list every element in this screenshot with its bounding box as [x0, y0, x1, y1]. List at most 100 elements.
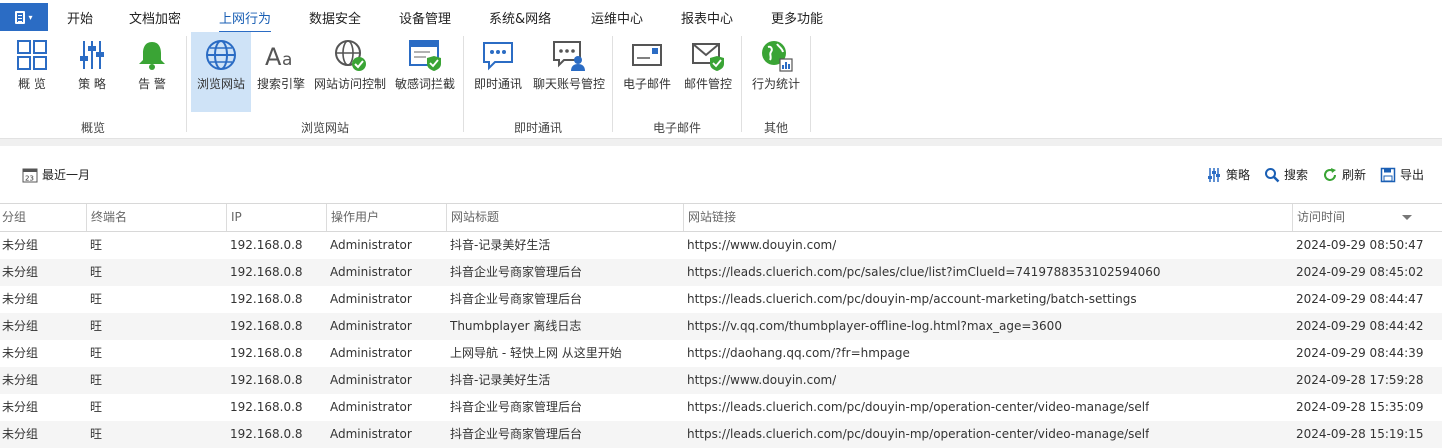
col-header-user[interactable]: 操作用户	[326, 204, 446, 231]
menu-tab-data-security[interactable]: 数据安全	[309, 8, 361, 27]
ribbon-search-engine-button[interactable]: A a 搜索引擎	[253, 32, 309, 112]
ribbon-chat-account-button[interactable]: 聊天账号管控	[530, 32, 608, 112]
ribbon-email-control-button[interactable]: 邮件管控	[680, 32, 736, 112]
cell-user: Administrator	[330, 319, 412, 333]
ribbon-browse-web-button[interactable]: 浏览网站	[191, 32, 251, 112]
ribbon-overview-button[interactable]: 概 览	[6, 32, 58, 112]
menu-tab-ops-center[interactable]: 运维中心	[591, 8, 643, 27]
cell-site-url: https://www.douyin.com/	[687, 238, 837, 252]
cell-ip: 192.168.0.8	[230, 346, 303, 360]
col-header-site-url[interactable]: 网站链接	[683, 204, 1292, 231]
search-button-label: 搜索	[1283, 168, 1308, 182]
col-header-visit-time[interactable]: 访问时间	[1292, 204, 1422, 231]
cell-ip: 192.168.0.8	[230, 265, 303, 279]
table-row[interactable]: 未分组 旺 192.168.0.8 Administrator 抖音企业号商家管理后台 h…	[0, 394, 1442, 421]
app-menu-button[interactable]: ▾	[0, 3, 48, 31]
cell-visit-time: 2024-09-29 08:44:39	[1296, 346, 1424, 360]
cell-ip: 192.168.0.8	[230, 238, 303, 252]
table-row[interactable]: 未分组 旺 192.168.0.8 Administrator 抖音企业号商家管理后台 h…	[0, 421, 1442, 448]
menu-tab-internet-behavior[interactable]: 上网行为	[219, 8, 272, 33]
ribbon-overview-label: 概 览	[18, 77, 46, 91]
date-range-selector[interactable]: 23 最近一月	[22, 166, 90, 183]
ribbon-im-label: 即时通讯	[473, 77, 522, 91]
ribbon-alert-label: 告 警	[138, 77, 166, 91]
cell-terminal: 旺	[90, 319, 103, 333]
sort-desc-icon[interactable]	[1402, 215, 1412, 220]
group-label-overview: 概览	[80, 121, 105, 135]
ribbon-email-control-label: 邮件管控	[683, 77, 732, 91]
table-row[interactable]: 未分组 旺 192.168.0.8 Administrator 抖音企业号商家管理后台 h…	[0, 259, 1442, 286]
policy-button[interactable]: 策略	[1206, 166, 1250, 183]
toolbar-actions: 策略 搜索 刷新 导出	[1192, 166, 1424, 183]
menu-tab-more[interactable]: 更多功能	[771, 8, 823, 27]
table-body: 未分组旺 192.168.0.8 Administrator 抖音-记录美好生活 htt…	[0, 232, 1442, 448]
menu-tab-doc-encrypt[interactable]: 文档加密	[129, 8, 181, 27]
table-row[interactable]: 未分组 旺 192.168.0.8 Administrator 上网导航 - 轻快上网 …	[0, 340, 1442, 367]
col-header-group[interactable]: 分组	[0, 204, 86, 231]
chat-user-icon	[553, 41, 585, 71]
cell-visit-time: 2024-09-29 08:44:47	[1296, 292, 1424, 306]
email-shield-icon	[692, 43, 724, 71]
bell-icon	[139, 42, 165, 70]
col-header-site-title[interactable]: 网站标题	[446, 204, 683, 231]
log-table: 分组 终端名 IP 操作用户 网站标题 网站链接 访问时间 未分组旺 192.16…	[0, 203, 1442, 448]
refresh-icon	[1323, 167, 1336, 181]
cell-user: Administrator	[330, 427, 412, 441]
cell-site-title: 抖音企业号商家管理后台	[450, 400, 583, 414]
cell-site-title: 抖音-记录美好生活	[450, 238, 551, 252]
sliders-icon	[1207, 167, 1220, 182]
ribbon-site-access-control-label: 网站访问控制	[313, 77, 386, 91]
cell-site-title: 抖音-记录美好生活	[450, 373, 551, 387]
save-disk-icon	[1380, 167, 1396, 182]
ribbon: 概 览 策 略 告 警 概览 浏览网站 A a 搜索引擎 网站访问控制 敏感词拦…	[0, 32, 1442, 139]
globe-chart-icon	[762, 41, 793, 72]
col-header-ip[interactable]: IP	[226, 204, 326, 231]
cell-terminal: 旺	[90, 427, 103, 441]
chat-bubble-icon	[483, 42, 513, 71]
cell-site-url: https://daohang.qq.com/?fr=hmpage	[687, 346, 910, 360]
cell-terminal: 旺	[90, 238, 103, 252]
ribbon-behavior-stats-button[interactable]: 行为统计	[748, 32, 804, 112]
cell-group: 未分组	[2, 373, 39, 387]
menu-tab-start[interactable]: 开始	[67, 8, 93, 27]
cell-group: 未分组	[2, 346, 39, 360]
ribbon-sensitive-word-button[interactable]: 敏感词拦截	[393, 32, 457, 112]
calendar-icon: 23	[22, 168, 38, 182]
table-row[interactable]: 未分组 旺 192.168.0.8 Administrator 抖音-记录美好生活 htt…	[0, 232, 1442, 259]
col-header-terminal[interactable]: 终端名	[86, 204, 226, 231]
group-label-browse-web: 浏览网站	[300, 121, 349, 135]
cell-ip: 192.168.0.8	[230, 400, 303, 414]
col-header-visit-time-label: 访问时间	[1297, 210, 1346, 224]
svg-text:A: A	[265, 43, 282, 71]
ribbon-alert-button[interactable]: 告 警	[126, 32, 178, 112]
cell-site-url: https://www.douyin.com/	[687, 373, 837, 387]
cell-group: 未分组	[2, 238, 39, 252]
policy-button-label: 策略	[1225, 168, 1250, 182]
cell-visit-time: 2024-09-28 15:35:09	[1296, 400, 1424, 414]
search-button[interactable]: 搜索	[1264, 166, 1308, 183]
cell-ip: 192.168.0.8	[230, 319, 303, 333]
export-button[interactable]: 导出	[1380, 166, 1424, 183]
cell-user: Administrator	[330, 400, 412, 414]
menu-tab-system-network[interactable]: 系统&网络	[489, 8, 551, 27]
menu-bar: ▾ 开始 文档加密 上网行为 数据安全 设备管理 系统&网络 运维中心 报表中心…	[0, 0, 1442, 33]
ribbon-behavior-stats-label: 行为统计	[751, 77, 800, 91]
cell-user: Administrator	[330, 265, 412, 279]
cell-site-url: https://v.qq.com/thumbplayer-offline-log…	[687, 319, 1062, 333]
cell-terminal: 旺	[90, 346, 103, 360]
ribbon-im-button[interactable]: 即时通讯	[470, 32, 526, 112]
menu-tab-device-mgmt[interactable]: 设备管理	[399, 8, 451, 27]
group-label-other: 其他	[763, 121, 788, 135]
date-range-label: 最近一月	[42, 168, 91, 182]
refresh-button[interactable]: 刷新	[1322, 166, 1366, 183]
table-row[interactable]: 未分组 旺 192.168.0.8 Administrator 抖音-记录美好生活 htt…	[0, 367, 1442, 394]
table-row[interactable]: 未分组 旺 192.168.0.8 Administrator 抖音企业号商家管理后台 h…	[0, 286, 1442, 313]
ribbon-email-label: 电子邮件	[622, 77, 671, 91]
cell-user: Administrator	[330, 373, 412, 387]
ribbon-site-access-control-button[interactable]: 网站访问控制	[312, 32, 388, 112]
cell-terminal: 旺	[90, 265, 103, 279]
table-row[interactable]: 未分组 旺 192.168.0.8 Administrator Thumbplayer …	[0, 313, 1442, 340]
menu-tab-report-center[interactable]: 报表中心	[681, 8, 733, 27]
ribbon-email-button[interactable]: 电子邮件	[618, 32, 676, 112]
ribbon-policy-button[interactable]: 策 略	[66, 32, 118, 112]
